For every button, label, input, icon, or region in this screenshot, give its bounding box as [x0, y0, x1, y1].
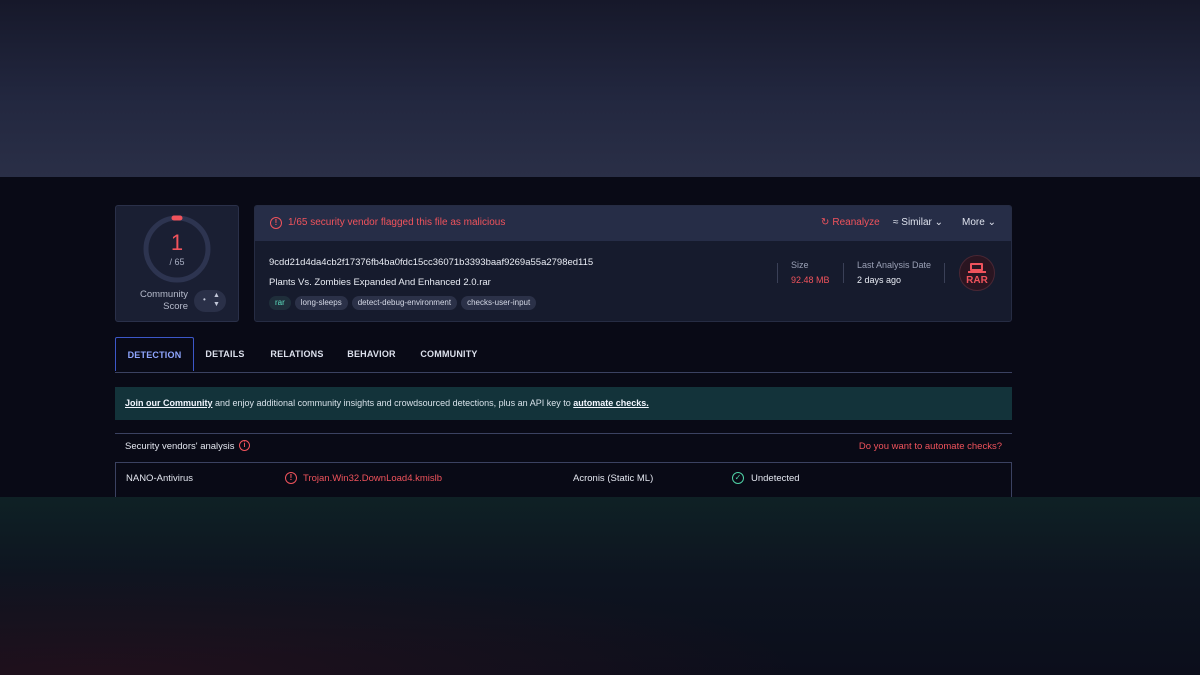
vendor-name: NANO-Antivirus — [126, 473, 194, 484]
last-analysis-label: Last Analysis Date — [857, 260, 932, 270]
automate-checks-cta[interactable]: Do you want to automate checks? — [859, 441, 1002, 452]
size-label: Size — [791, 260, 809, 270]
backdrop-bottom — [0, 497, 1200, 675]
similar-dropdown[interactable]: ≈ Similar ⌄ — [893, 217, 943, 228]
refresh-icon: ↻ — [821, 217, 830, 228]
chevron-down-icon: ⌄ — [934, 217, 944, 228]
banner-text: Join our Community and enjoy additional … — [125, 398, 649, 408]
alert-icon: ! — [285, 472, 297, 484]
similar-icon: ≈ — [893, 217, 899, 228]
file-hash[interactable]: 9cdd21d4da4cb2f17376fb4ba0fdc15cc36071b3… — [269, 257, 593, 268]
alert-icon: ! — [270, 217, 282, 229]
tab-relations[interactable]: RELATIONS — [265, 337, 329, 371]
reanalyze-button[interactable]: ↻ Reanalyze — [821, 217, 880, 228]
tab-behavior[interactable]: BEHAVIOR — [343, 337, 400, 371]
chevron-down-icon: ⌄ — [987, 217, 996, 228]
detection-result: Undetected — [751, 473, 800, 484]
divider — [843, 263, 844, 283]
join-community-link[interactable]: Join our Community — [125, 398, 213, 408]
last-analysis-value: 2 days ago — [857, 275, 902, 285]
file-type-badge: RAR — [959, 255, 995, 291]
tab-details[interactable]: DETAILS — [201, 337, 249, 371]
vote-value: • — [203, 295, 206, 304]
info-icon[interactable]: i — [239, 440, 250, 451]
file-tags: rar long-sleeps detect-debug-environment ch… — [269, 296, 540, 310]
file-info-card: ! 1/65 security vendor flagged this file… — [254, 205, 1012, 322]
file-type-label: RAR — [966, 275, 988, 286]
community-vote-control[interactable]: • ▲ ▼ — [194, 290, 226, 312]
vendor-name: Acronis (Static ML) — [573, 473, 654, 484]
divider — [944, 263, 945, 283]
downvote-icon[interactable]: ▼ — [213, 301, 220, 308]
vendors-analysis-header: Security vendors' analysis i Do you want… — [115, 433, 1012, 462]
more-dropdown[interactable]: More ⌄ — [962, 217, 996, 228]
upvote-icon[interactable]: ▲ — [213, 292, 220, 299]
malicious-alert-bar: ! 1/65 security vendor flagged this file… — [255, 206, 1011, 241]
tag[interactable]: checks-user-input — [461, 296, 537, 310]
divider — [777, 263, 778, 283]
backdrop-top — [0, 0, 1200, 177]
detection-total: / 65 — [169, 257, 185, 267]
tab-detection[interactable]: DETECTION — [115, 337, 194, 371]
tag[interactable]: long-sleeps — [294, 296, 348, 310]
automate-checks-link[interactable]: automate checks. — [573, 398, 649, 408]
archive-icon — [970, 263, 983, 271]
tag[interactable]: rar — [269, 296, 291, 310]
detection-count: 1 — [170, 230, 184, 255]
section-title: Security vendors' analysis — [125, 441, 235, 452]
check-icon: ✓ — [732, 472, 744, 484]
report-tabs: DETECTION DETAILS RELATIONS BEHAVIOR COM… — [115, 337, 1012, 373]
community-score-label: Community Score — [139, 289, 188, 312]
alert-text: 1/65 security vendor flagged this file a… — [288, 217, 506, 228]
file-name: Plants Vs. Zombies Expanded And Enhanced… — [269, 277, 491, 288]
size-value: 92.48 MB — [791, 275, 830, 285]
tab-community[interactable]: COMMUNITY — [415, 337, 483, 371]
tag[interactable]: detect-debug-environment — [351, 296, 458, 310]
community-banner: Join our Community and enjoy additional … — [115, 387, 1012, 420]
table-row: NANO-Antivirus ! Trojan.Win32.DownLoad4.… — [115, 462, 1012, 497]
detection-score-card: 1 / 65 Community Score • ▲ ▼ — [115, 205, 239, 322]
detection-result[interactable]: Trojan.Win32.DownLoad4.kmislb — [303, 473, 442, 484]
